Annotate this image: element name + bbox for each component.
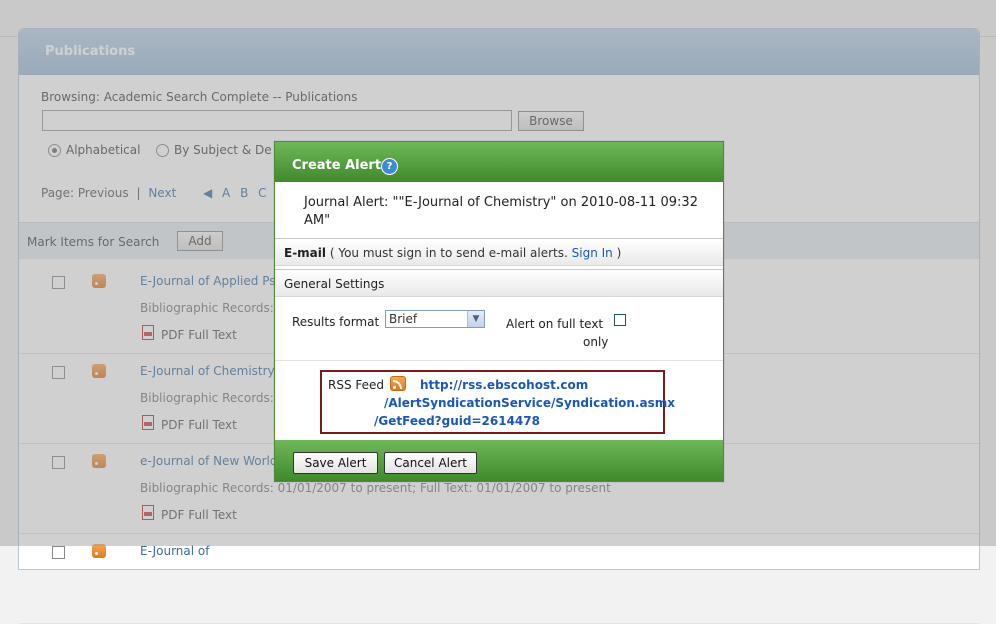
email-label: E-mail xyxy=(284,246,327,260)
email-note: ( You must sign in to send e-mail alerts… xyxy=(326,246,572,260)
general-settings-section: General Settings xyxy=(275,269,723,297)
rss-feed-box: RSS Feed http://rss.ebscohost.com /Alert… xyxy=(320,370,675,434)
email-note-end: ) xyxy=(612,246,622,260)
help-icon[interactable]: ? xyxy=(381,158,398,175)
journal-alert-text: Journal Alert: ""E-Journal of Chemistry"… xyxy=(304,195,698,228)
alert-full-text-label: Alert on full text only xyxy=(506,315,621,351)
rss-url-line-2[interactable]: /AlertSyndicationService/Syndication.asm… xyxy=(374,394,675,412)
cancel-alert-button[interactable]: Cancel Alert xyxy=(384,452,477,474)
results-format-label: Results format xyxy=(292,315,380,329)
result-title[interactable]: E-Journal of xyxy=(140,544,209,558)
rss-url-line-3[interactable]: /GetFeed?guid=2614478 xyxy=(374,412,664,430)
results-format-select[interactable]: Brief ▼ xyxy=(385,310,485,328)
results-format-value: Brief xyxy=(389,312,418,326)
sign-in-link[interactable]: Sign In xyxy=(572,246,613,260)
rss-url-line-1[interactable]: http://rss.ebscohost.com xyxy=(374,376,664,394)
general-settings-label: General Settings xyxy=(284,277,385,291)
dialog-header: Create Alert ? xyxy=(275,142,723,182)
alert-full-text-only: only xyxy=(583,335,609,349)
email-section-label: E-mail ( You must sign in to send e-mail… xyxy=(284,246,621,260)
dialog-footer: Save Alert Cancel Alert xyxy=(275,440,723,481)
item-checkbox[interactable] xyxy=(52,546,65,559)
divider xyxy=(275,360,723,361)
alert-full-text-checkbox[interactable] xyxy=(614,314,626,326)
rss-feed-link[interactable]: http://rss.ebscohost.com /AlertSyndicati… xyxy=(374,376,675,430)
email-section: E-mail ( You must sign in to send e-mail… xyxy=(275,238,723,266)
list-item: E-Journal of xyxy=(19,533,979,624)
save-alert-button[interactable]: Save Alert xyxy=(293,452,378,474)
chevron-down-icon: ▼ xyxy=(467,311,484,327)
create-alert-dialog: Create Alert ? Journal Alert: ""E-Journa… xyxy=(274,141,724,482)
alert-full-text-text: Alert on full text xyxy=(506,317,604,331)
rss-icon[interactable] xyxy=(92,544,106,558)
dialog-title: Create Alert xyxy=(292,158,382,173)
